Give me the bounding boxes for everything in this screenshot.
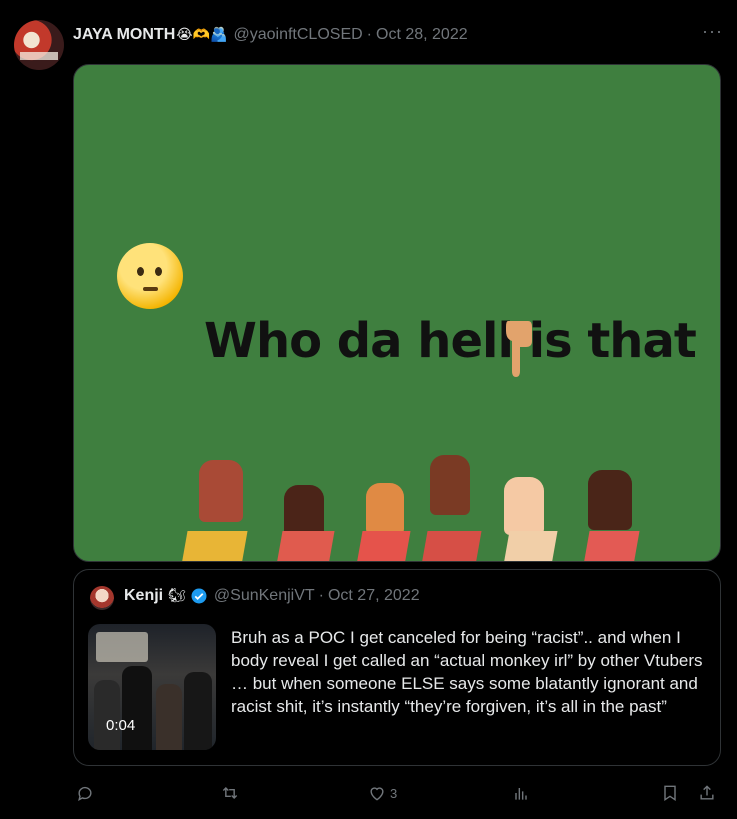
views-button[interactable] xyxy=(511,783,531,803)
verified-badge-icon xyxy=(191,588,207,604)
share-button[interactable] xyxy=(697,783,717,803)
tweet-header: JAYA MONTH 😭🫶🫂 @yaoinftCLOSED · Oct 28, … xyxy=(73,21,723,47)
more-options-icon[interactable]: ··· xyxy=(702,21,723,42)
author-avatar[interactable] xyxy=(14,20,64,70)
tweet-media-image[interactable]: Who da hell is that xyxy=(73,64,721,562)
like-button[interactable]: 3 xyxy=(367,783,397,803)
bookmark-icon xyxy=(664,785,676,801)
reply-icon xyxy=(78,786,92,802)
like-count: 3 xyxy=(390,785,398,801)
quoted-tweet-header: Kenji 🐿 @SunKenjiVT · Oct 27, 2022 xyxy=(124,587,420,605)
heart-icon xyxy=(370,787,384,801)
meme-caption: Who da hell is that xyxy=(204,313,697,369)
share-icon xyxy=(700,785,714,800)
video-duration: 0:04 xyxy=(106,717,136,734)
separator-dot: · xyxy=(318,587,324,604)
pointing-down-hand-icon xyxy=(506,321,532,377)
retweet-button[interactable] xyxy=(220,783,240,803)
quoted-author-avatar[interactable] xyxy=(90,586,114,610)
raised-eyebrow-emoji-icon xyxy=(117,243,183,309)
quoted-author-handle[interactable]: @SunKenjiVT xyxy=(214,587,315,605)
quoted-tweet-text: Bruh as a POC I get canceled for being “… xyxy=(231,628,703,716)
bookmark-button[interactable] xyxy=(660,783,680,803)
tweet-date[interactable]: Oct 28, 2022 xyxy=(376,26,468,44)
retweet-icon xyxy=(222,786,238,800)
quoted-author-name[interactable]: Kenji xyxy=(124,587,163,605)
tweet-actions: 3 xyxy=(73,783,721,807)
author-handle[interactable]: @yaoinftCLOSED xyxy=(233,26,362,44)
author-name[interactable]: JAYA MONTH xyxy=(73,26,175,44)
author-name-emojis: 😭🫶🫂 xyxy=(176,27,228,43)
reply-button[interactable] xyxy=(75,783,95,803)
views-icon xyxy=(515,788,527,800)
quoted-author-emoji: 🐿 xyxy=(168,588,186,604)
quoted-tweet-date[interactable]: Oct 27, 2022 xyxy=(328,587,420,605)
quoted-video-thumbnail[interactable]: 0:04 xyxy=(88,624,216,750)
separator-dot: · xyxy=(366,26,372,43)
quoted-tweet[interactable]: Kenji 🐿 @SunKenjiVT · Oct 27, 2022 0:04 … xyxy=(73,569,721,766)
